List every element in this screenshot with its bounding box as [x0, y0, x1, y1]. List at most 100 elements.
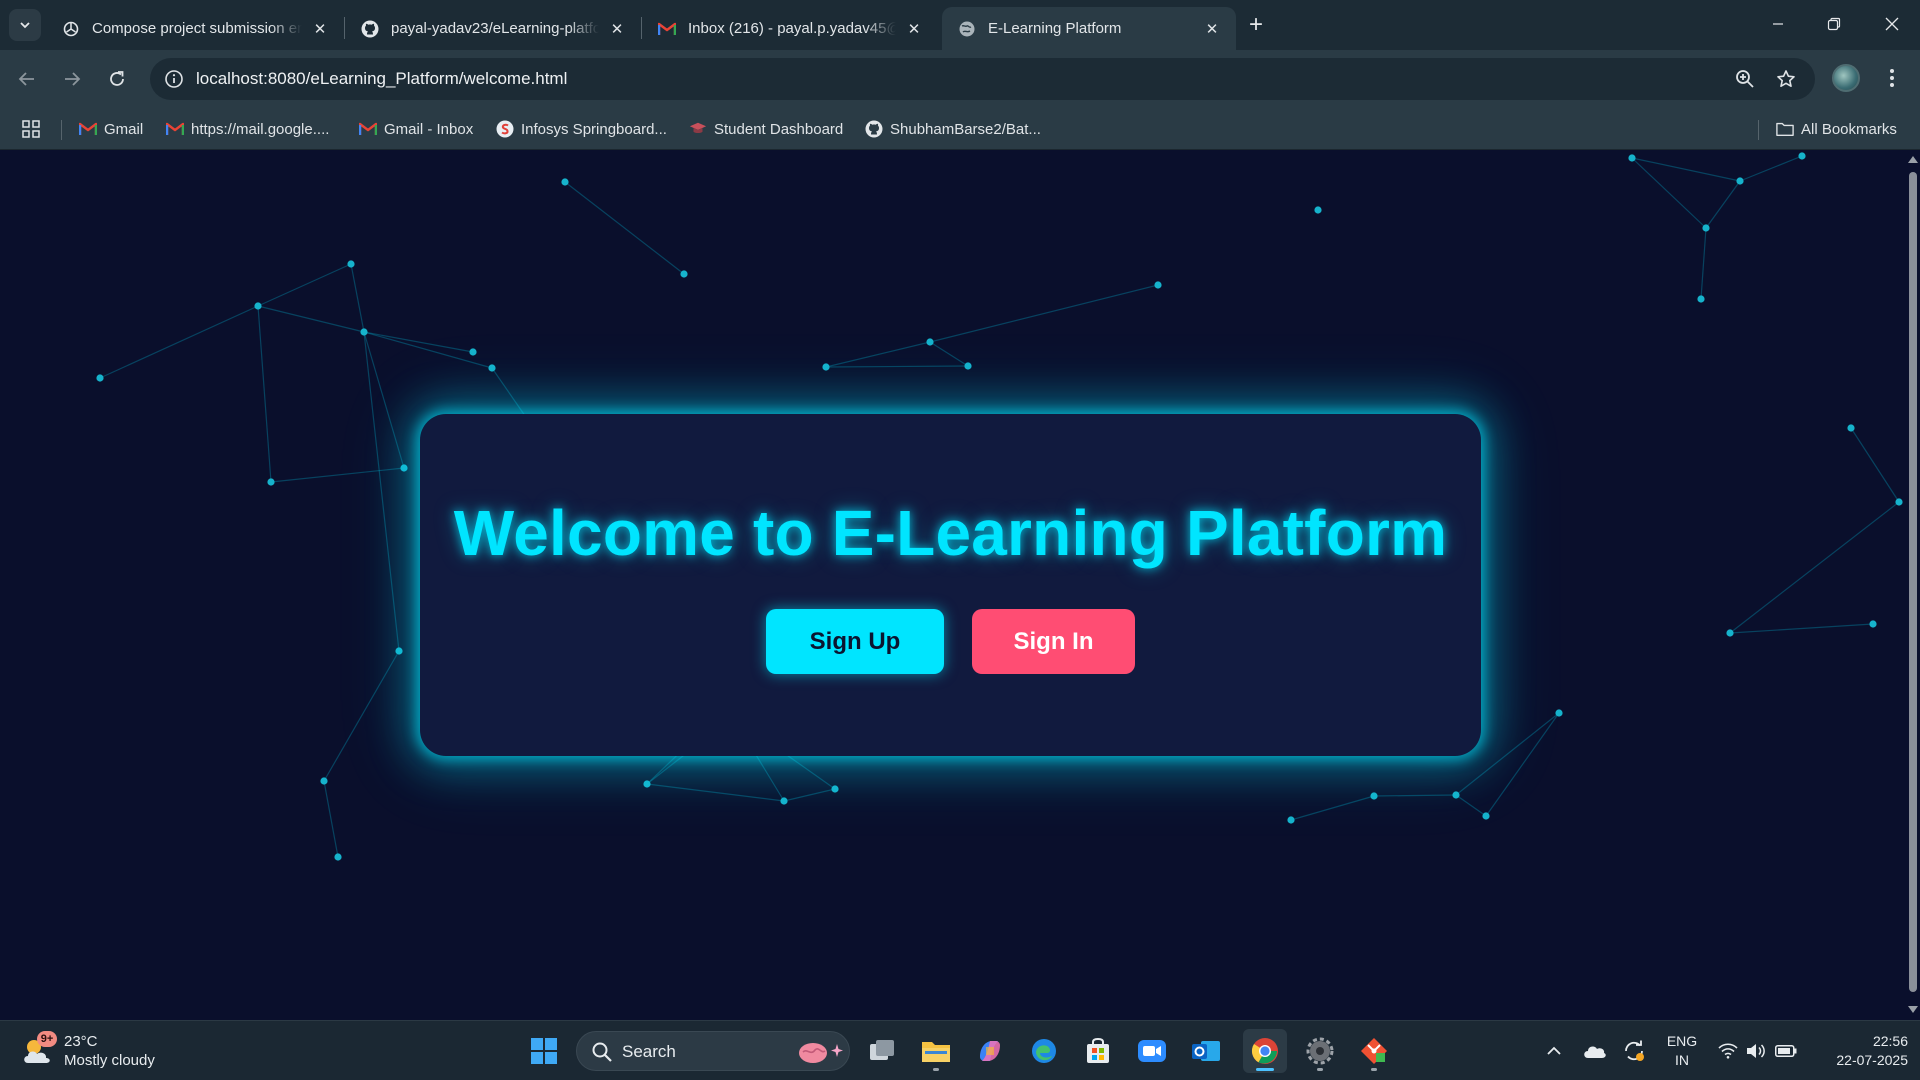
- battery-tray-button[interactable]: [1772, 1021, 1800, 1080]
- new-tab-button[interactable]: +: [1240, 9, 1272, 41]
- network-link: [825, 365, 969, 368]
- bookmark-label: ShubhamBarse2/Bat...: [890, 120, 1041, 138]
- outlook-icon: [1192, 1041, 1220, 1061]
- start-button[interactable]: [522, 1029, 566, 1073]
- scrollbar-thumb[interactable]: [1909, 172, 1917, 992]
- github-icon: [361, 20, 379, 38]
- edge-button[interactable]: [1022, 1029, 1066, 1073]
- forward-button[interactable]: [55, 62, 89, 96]
- close-tab-icon[interactable]: ✕: [904, 19, 924, 39]
- scroll-up-arrow-icon[interactable]: [1908, 156, 1918, 163]
- system-clock[interactable]: 22:56 22-07-2025: [1808, 1032, 1908, 1070]
- apps-button[interactable]: [22, 118, 40, 140]
- network-node: [360, 328, 368, 336]
- tab-gmail-inbox[interactable]: Inbox (216) - payal.p.yadav45@gmail.com …: [642, 7, 938, 50]
- network-link: [825, 341, 931, 368]
- address-bar[interactable]: localhost:8080/eLearning_Platform/welcom…: [150, 58, 1815, 100]
- close-tab-icon[interactable]: ✕: [310, 19, 330, 39]
- zoom-app-button[interactable]: [1130, 1029, 1174, 1073]
- profile-avatar[interactable]: [1832, 64, 1860, 92]
- bookmark-gmail-inbox[interactable]: Gmail - Inbox: [359, 118, 473, 140]
- sign-up-button[interactable]: Sign Up: [766, 609, 944, 674]
- copilot-button[interactable]: [968, 1029, 1012, 1073]
- tab-github-repo[interactable]: payal-yadav23/eLearning-platform ✕: [345, 7, 641, 50]
- input-language-indicator[interactable]: ENG IN: [1660, 1032, 1704, 1070]
- taskbar-search-box[interactable]: Search: [576, 1031, 850, 1071]
- bookmark-github-shubham[interactable]: ShubhamBarse2/Bat...: [865, 118, 1041, 140]
- tab-search-button[interactable]: [9, 9, 41, 41]
- bookmark-infosys-springboard[interactable]: Infosys Springboard...: [496, 118, 667, 140]
- weather-condition: Mostly cloudy: [64, 1052, 155, 1069]
- minimize-button[interactable]: [1750, 0, 1806, 48]
- close-tab-icon[interactable]: ✕: [1202, 19, 1222, 39]
- language-code: ENG: [1666, 1033, 1698, 1049]
- reload-button[interactable]: [100, 62, 134, 96]
- settings-button[interactable]: [1298, 1029, 1342, 1073]
- site-info-icon[interactable]: [162, 67, 186, 91]
- browser-menu-button[interactable]: [1880, 64, 1904, 92]
- file-explorer-button[interactable]: [914, 1029, 958, 1073]
- network-node: [1628, 154, 1636, 162]
- network-node: [780, 797, 788, 805]
- chrome-button[interactable]: [1243, 1029, 1287, 1073]
- bookmark-label: Infosys Springboard...: [521, 120, 667, 138]
- network-link: [323, 650, 400, 782]
- minimize-icon: [1773, 23, 1783, 25]
- file-explorer-icon: [922, 1042, 950, 1062]
- region-code: IN: [1675, 1052, 1689, 1068]
- network-node: [1452, 791, 1460, 799]
- scroll-down-arrow-icon[interactable]: [1908, 1006, 1918, 1013]
- all-bookmarks-button[interactable]: All Bookmarks: [1776, 118, 1897, 140]
- microsoft-store-button[interactable]: [1076, 1029, 1120, 1073]
- network-link: [1290, 795, 1375, 821]
- close-tab-icon[interactable]: ✕: [607, 19, 627, 39]
- folder-icon: [1776, 120, 1794, 138]
- wifi-tray-button[interactable]: [1714, 1021, 1742, 1080]
- gmail-icon: [359, 120, 377, 138]
- network-node: [96, 374, 104, 382]
- bookmark-student-dashboard[interactable]: Student Dashboard: [689, 118, 843, 140]
- network-link: [1485, 712, 1560, 817]
- task-view-button[interactable]: [860, 1029, 904, 1073]
- close-window-button[interactable]: [1864, 0, 1920, 48]
- sign-in-button[interactable]: Sign In: [972, 609, 1135, 674]
- cloudy-weather-icon: 9+: [20, 1031, 57, 1069]
- show-hidden-icons-button[interactable]: [1542, 1021, 1566, 1080]
- more-vertical-icon: [1890, 69, 1894, 87]
- tab-elearning-platform[interactable]: E-Learning Platform ✕: [942, 7, 1236, 50]
- network-node: [926, 338, 934, 346]
- arrow-left-icon: [18, 72, 34, 86]
- network-node: [964, 362, 972, 370]
- restore-button[interactable]: [1806, 0, 1862, 48]
- gmail-icon: [166, 120, 184, 138]
- bookmark-gmail[interactable]: Gmail: [79, 118, 143, 140]
- network-node: [488, 364, 496, 372]
- network-link: [646, 783, 785, 802]
- volume-tray-button[interactable]: [1743, 1021, 1769, 1080]
- sync-tray-button[interactable]: [1620, 1021, 1648, 1080]
- outlook-button[interactable]: [1184, 1029, 1228, 1073]
- network-link: [1700, 227, 1707, 300]
- network-node: [395, 647, 403, 655]
- zoom-icon[interactable]: [1733, 67, 1757, 91]
- bookmark-star-icon[interactable]: [1774, 67, 1798, 91]
- apps-grid-icon: [22, 120, 40, 138]
- bookmarks-bar: Gmail https://mail.google.... Gmail - In…: [0, 108, 1920, 150]
- back-button[interactable]: [10, 62, 44, 96]
- bookmark-mail-google[interactable]: https://mail.google....: [166, 118, 329, 140]
- network-node: [1482, 812, 1490, 820]
- url-text[interactable]: localhost:8080/eLearning_Platform/welcom…: [196, 69, 567, 89]
- onedrive-tray-button[interactable]: [1580, 1021, 1608, 1080]
- tab-compose-project[interactable]: Compose project submission email ✕: [46, 7, 344, 50]
- page-scrollbar[interactable]: [1905, 150, 1920, 1020]
- reload-icon: [110, 71, 124, 86]
- git-gui-button[interactable]: [1352, 1029, 1396, 1073]
- network-link: [564, 181, 685, 275]
- weather-widget[interactable]: 9+ 23°C Mostly cloudy: [20, 1030, 155, 1072]
- network-node: [1154, 281, 1162, 289]
- network-link: [1631, 157, 1707, 229]
- network-node: [1736, 177, 1744, 185]
- arrow-right-icon: [65, 72, 81, 86]
- network-link: [1631, 157, 1741, 182]
- copilot-icon: [980, 1041, 1000, 1061]
